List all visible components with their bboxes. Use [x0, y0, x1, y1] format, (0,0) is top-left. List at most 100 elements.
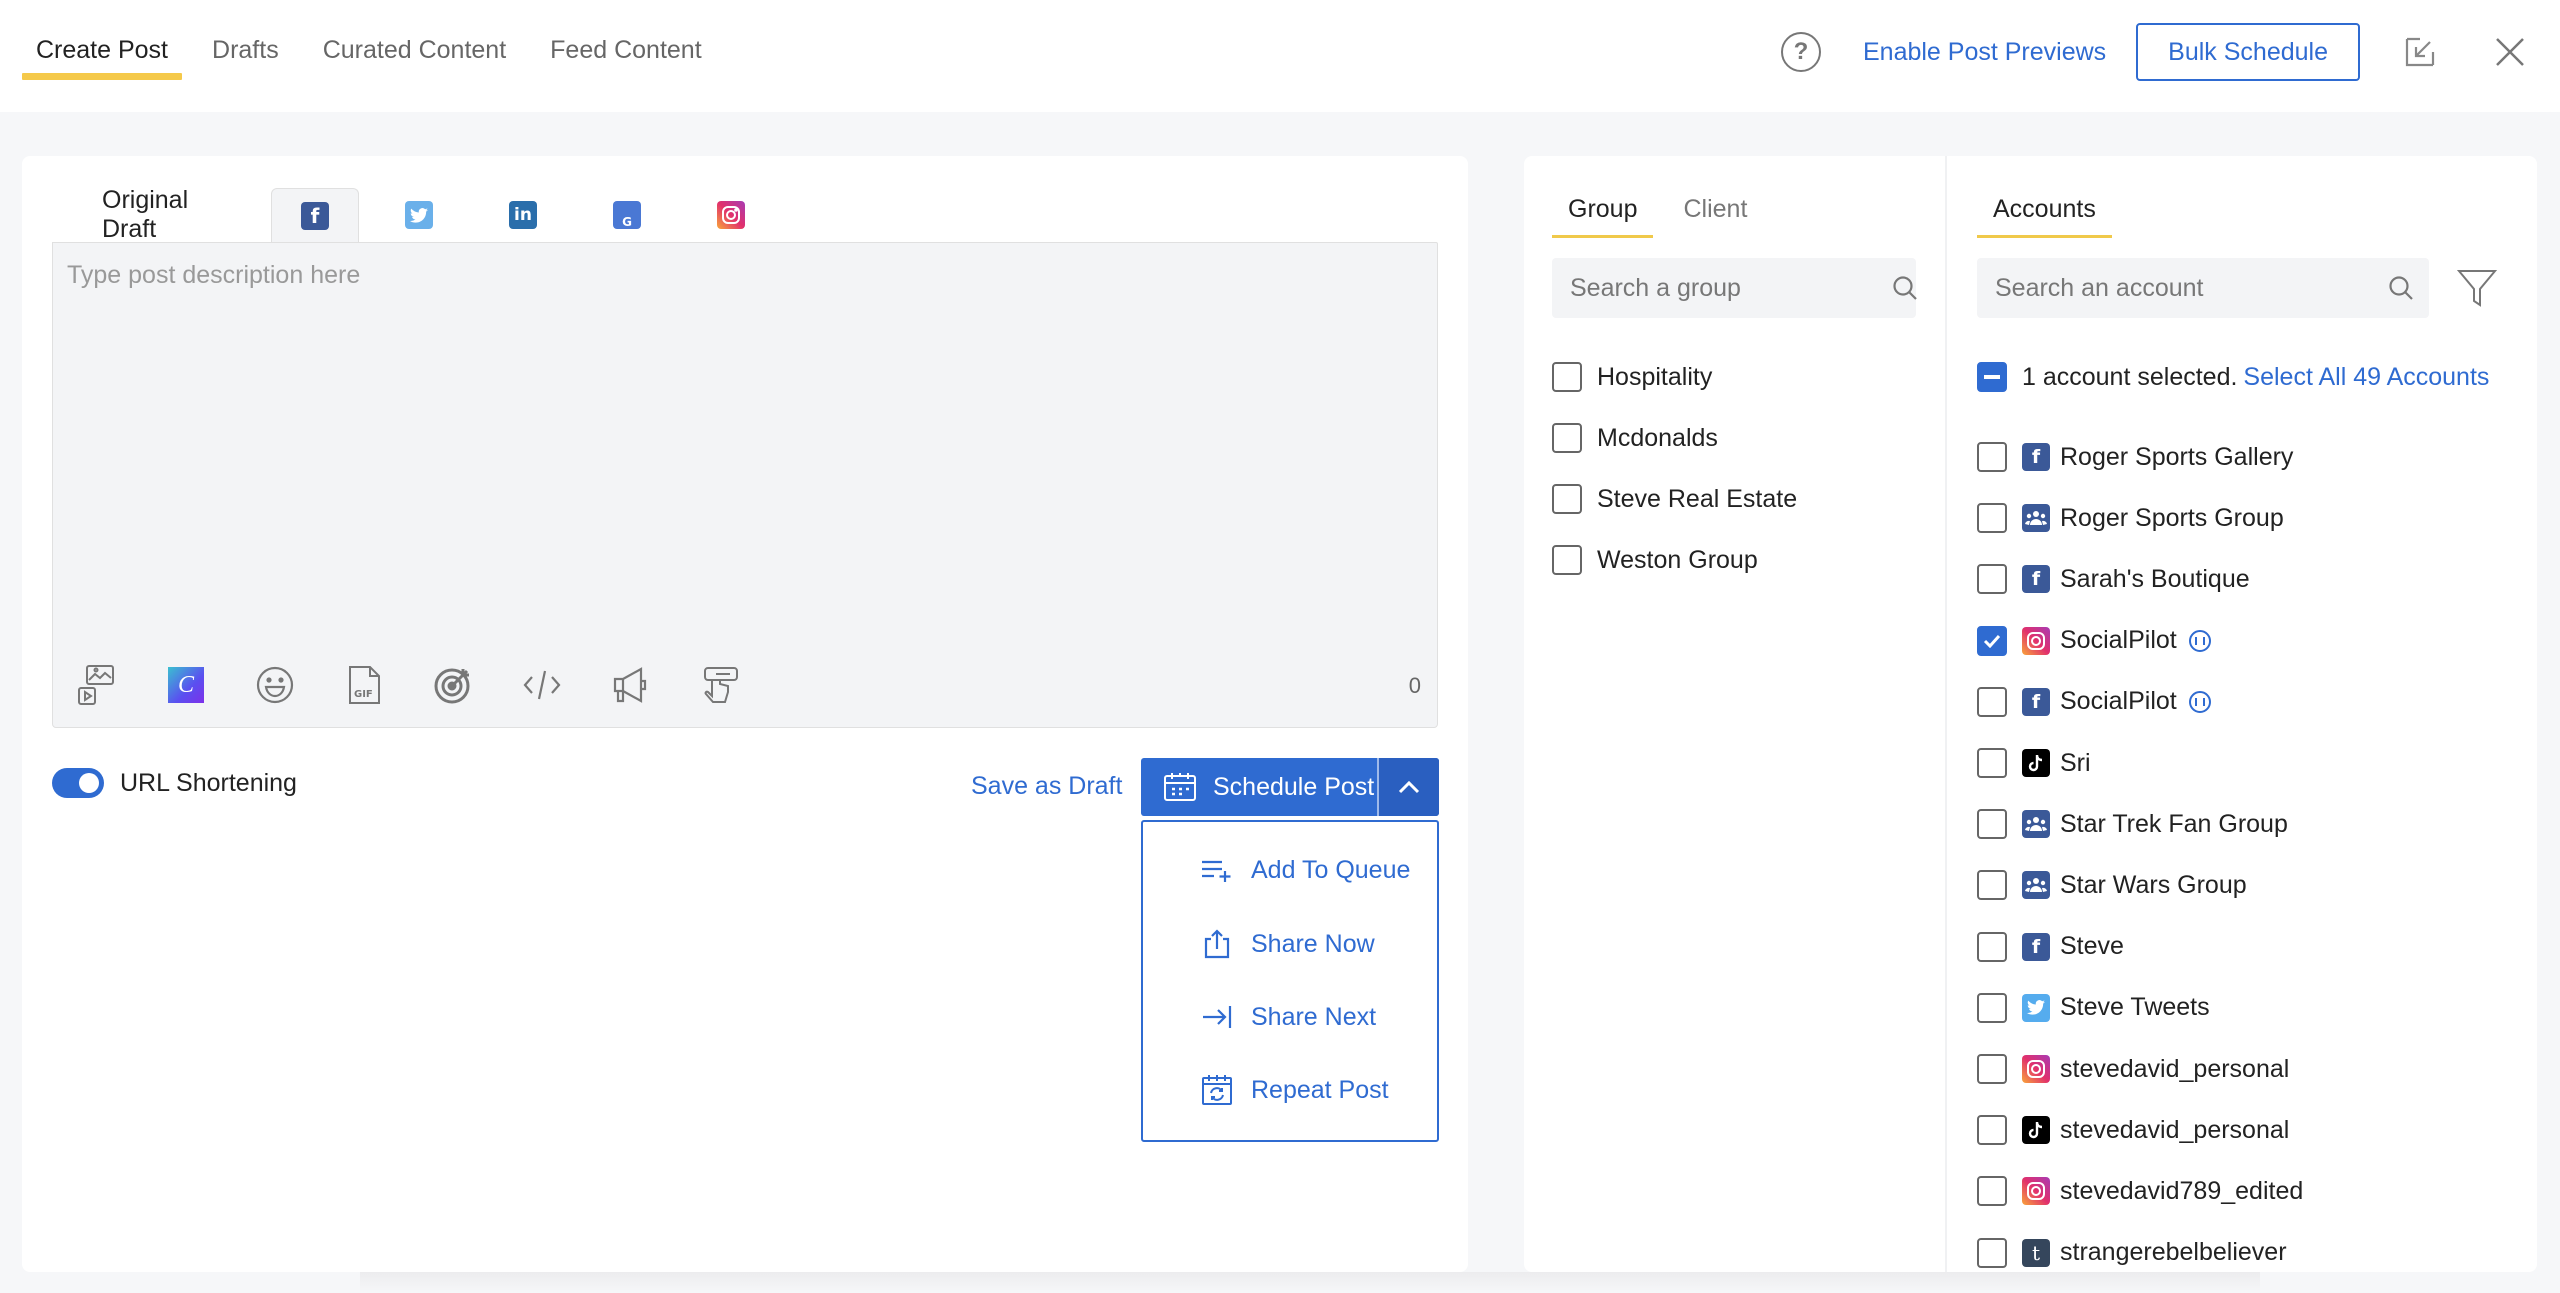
checkbox[interactable] [1977, 748, 2007, 778]
checkbox[interactable] [1977, 564, 2007, 595]
character-count: 0 [1408, 673, 1421, 698]
checkbox[interactable] [1977, 1115, 2007, 1146]
code-button[interactable] [520, 663, 564, 707]
tab-create-post[interactable]: Create Post [22, 0, 183, 100]
account-item[interactable]: Sri [1977, 748, 2091, 778]
checkbox[interactable] [1977, 625, 2007, 656]
tab-accounts[interactable]: Accounts [1977, 182, 2112, 238]
canva-button[interactable]: C [164, 663, 208, 707]
close-button[interactable] [2490, 32, 2530, 72]
url-shortening-label: URL Shortening [120, 768, 297, 797]
editor-toolbar: C GIF [75, 663, 787, 707]
account-item[interactable]: f SocialPilot [1977, 686, 2211, 717]
checkbox[interactable] [1552, 362, 1582, 392]
emoji-button[interactable] [253, 663, 297, 707]
target-button[interactable] [431, 663, 475, 707]
account-item[interactable]: Star Trek Fan Group [1977, 809, 2288, 840]
account-label: SocialPilot [2060, 626, 2177, 655]
save-as-draft-button[interactable]: Save as Draft [971, 772, 1122, 801]
checkbox[interactable] [1977, 1176, 2007, 1207]
account-item[interactable]: f Roger Sports Gallery [1977, 442, 2293, 472]
account-label: strangerebelbeliever [2060, 1238, 2287, 1267]
media-upload-button[interactable] [75, 663, 119, 707]
menu-item-share-now[interactable]: Share Now [1201, 929, 1375, 959]
post-description-input[interactable] [53, 243, 1437, 643]
group-item-hospitality[interactable]: Hospitality [1552, 362, 1712, 392]
select-all-accounts-link[interactable]: Select All 49 Accounts [2243, 363, 2489, 392]
menu-item-add-to-queue[interactable]: Add To Queue [1201, 856, 1410, 885]
group-label: Weston Group [1597, 545, 1758, 574]
tab-google-business[interactable]: G [583, 188, 671, 242]
tab-instagram[interactable] [687, 188, 775, 242]
original-draft-label: Original Draft [102, 186, 189, 243]
checkbox[interactable] [1977, 870, 2007, 901]
instagram-icon [2022, 626, 2050, 655]
checkbox[interactable] [1552, 484, 1582, 514]
tab-group[interactable]: Group [1552, 182, 1654, 238]
select-all-checkbox[interactable] [1977, 362, 2007, 392]
account-label: Star Trek Fan Group [2060, 809, 2288, 838]
filter-icon [2456, 270, 2498, 307]
gif-button[interactable]: GIF [342, 663, 386, 707]
tab-feed-content[interactable]: Feed Content [536, 0, 716, 100]
filter-button[interactable] [2456, 268, 2498, 308]
account-item[interactable]: Star Wars Group [1977, 870, 2247, 901]
enable-post-previews-link[interactable]: Enable Post Previews [1863, 38, 2106, 67]
megaphone-button[interactable] [609, 663, 653, 707]
instagram-icon [717, 201, 745, 229]
bulk-schedule-button[interactable]: Bulk Schedule [2136, 23, 2360, 81]
account-label: Roger Sports Group [2060, 503, 2284, 532]
calendar-icon [1164, 773, 1196, 801]
menu-item-label: Share Next [1251, 1002, 1377, 1031]
account-item[interactable]: Steve Tweets [1977, 992, 2210, 1023]
account-item[interactable]: f Sarah's Boutique [1977, 564, 2250, 595]
checkbox[interactable] [1977, 686, 2007, 717]
tab-facebook[interactable]: f [271, 188, 359, 242]
tab-twitter[interactable] [375, 188, 463, 242]
group-item-steve-real-estate[interactable]: Steve Real Estate [1552, 484, 1797, 514]
account-item[interactable]: f Steve [1977, 931, 2124, 962]
checkbox[interactable] [1977, 503, 2007, 534]
checkbox[interactable] [1552, 545, 1582, 575]
url-shortening-toggle[interactable] [52, 768, 104, 798]
account-search-input[interactable] [1977, 273, 2373, 303]
minimize-button[interactable] [2400, 32, 2440, 72]
checkbox[interactable] [1977, 442, 2007, 472]
tab-original-draft[interactable]: Original Draft [52, 186, 271, 243]
checkbox[interactable] [1552, 423, 1582, 453]
search-button[interactable] [1892, 275, 1918, 301]
tab-linkedin[interactable]: in [479, 188, 567, 242]
checkbox[interactable] [1977, 992, 2007, 1023]
question-circle-icon[interactable]: ? [1780, 32, 1821, 72]
group-label: Mcdonalds [1597, 423, 1718, 452]
menu-item-share-next[interactable]: Share Next [1201, 1002, 1376, 1032]
account-item[interactable]: t strangerebelbeliever [1977, 1237, 2287, 1268]
facebook-icon: f [301, 201, 329, 230]
close-icon [2496, 38, 2524, 66]
account-item[interactable]: stevedavid_personal [1977, 1115, 2289, 1146]
linkedin-icon: in [509, 201, 537, 229]
schedule-post-button[interactable]: Schedule Post [1141, 758, 1377, 816]
media-upload-icon [78, 665, 114, 705]
checkbox[interactable] [1977, 809, 2007, 840]
checkbox[interactable] [1977, 931, 2007, 962]
accounts-panel: Accounts 1 account selected. Select All … [1947, 156, 2537, 1272]
cta-button[interactable] [698, 663, 742, 707]
account-item[interactable]: stevedavid789_edited [1977, 1176, 2303, 1207]
account-item[interactable]: SocialPilot [1977, 625, 2211, 656]
menu-item-repeat-post[interactable]: Repeat Post [1201, 1074, 1389, 1106]
checkbox[interactable] [1977, 1237, 2007, 1268]
group-item-weston-group[interactable]: Weston Group [1552, 545, 1758, 575]
tab-drafts[interactable]: Drafts [198, 0, 293, 100]
group-item-mcdonalds[interactable]: Mcdonalds [1552, 423, 1718, 453]
instagram-icon [2022, 1177, 2050, 1206]
tab-curated-content[interactable]: Curated Content [309, 0, 520, 100]
menu-item-label: Add To Queue [1251, 856, 1411, 884]
group-search-input[interactable] [1552, 273, 1892, 303]
account-item[interactable]: stevedavid_personal [1977, 1054, 2289, 1084]
account-item[interactable]: Roger Sports Group [1977, 503, 2284, 534]
search-button[interactable] [2373, 275, 2429, 301]
schedule-options-toggle[interactable] [1377, 758, 1439, 816]
checkbox[interactable] [1977, 1054, 2007, 1084]
tab-client[interactable]: Client [1667, 182, 1763, 236]
